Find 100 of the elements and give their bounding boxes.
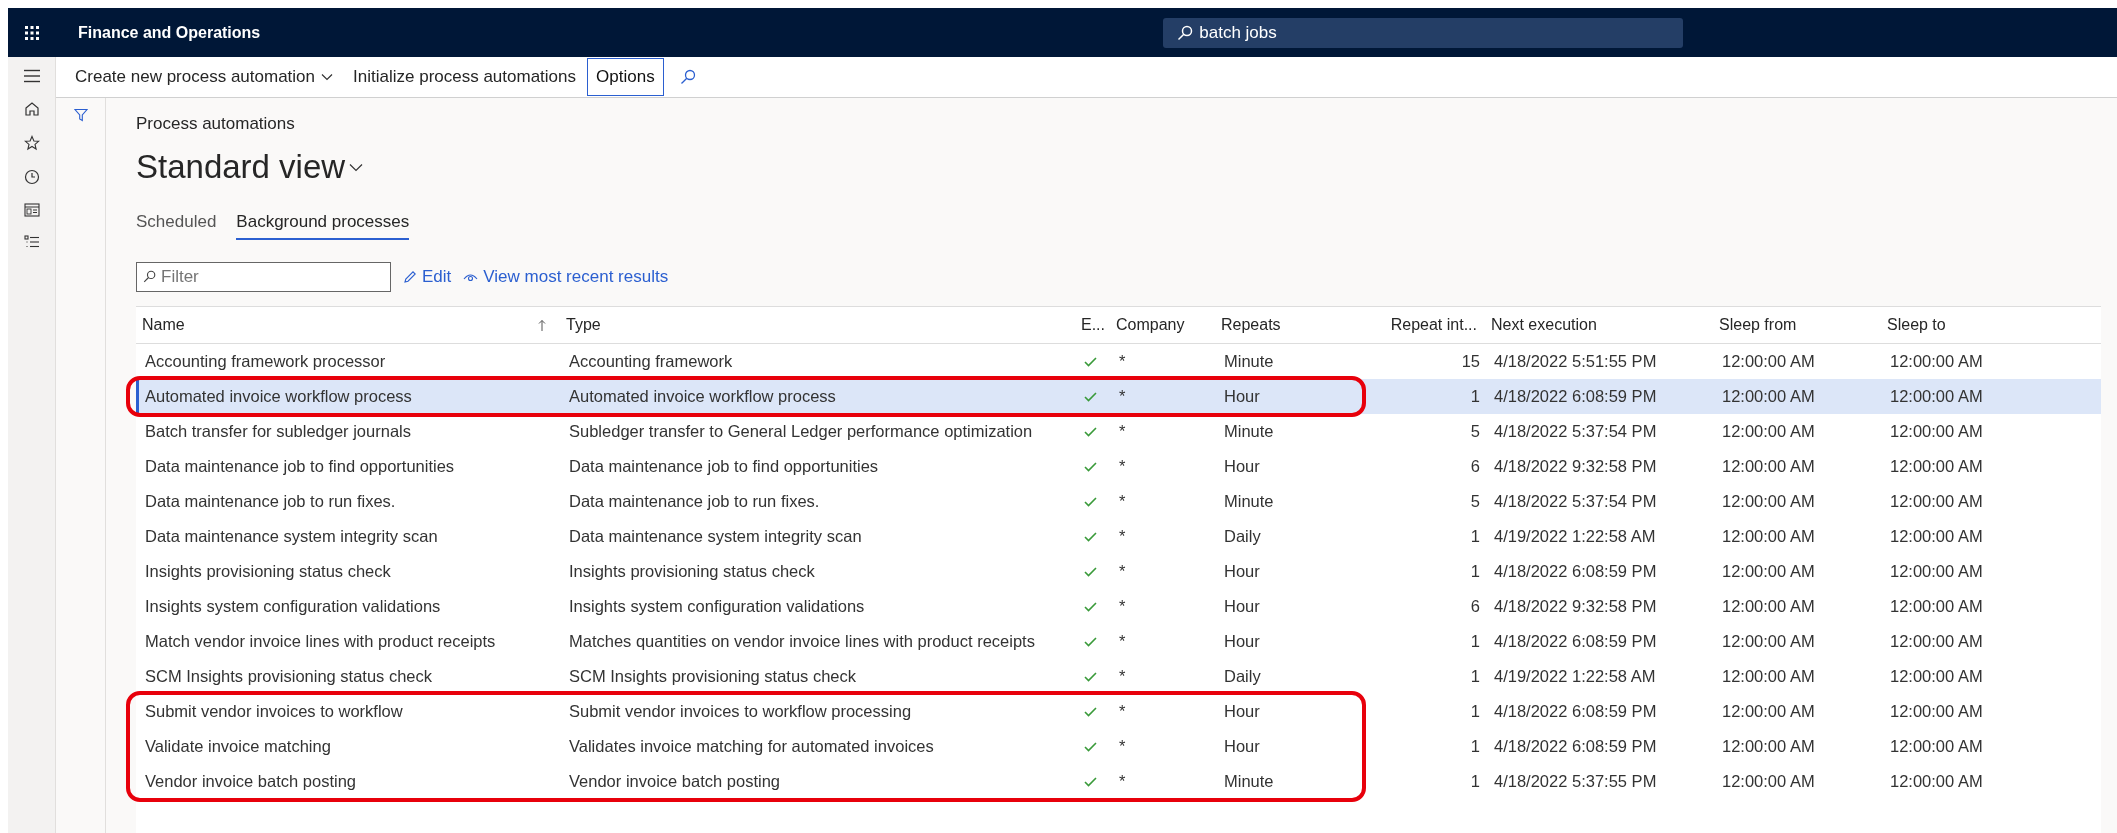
table-row[interactable]: Validate invoice matching Validates invoice matching for automated invoices * Hour 1 4/18/2022 6:08:59 PM 12:00:00 AM 12:00:00 AM (136, 729, 2101, 764)
table-cell: 4/18/2022 6:08:59 PM (1494, 737, 1657, 756)
table-cell: * (1119, 737, 1126, 756)
table-row[interactable]: Data maintenance job to find opportunities Data maintenance job to find opportunities * Hour 6 4/18/2022 9:32:58 PM 12:00:00 AM 12:00:00 AM (136, 449, 2101, 484)
table-cell: Daily (1224, 527, 1261, 546)
list-icon[interactable] (23, 235, 40, 249)
star-icon[interactable] (23, 135, 40, 151)
table-cell: 15 (1461, 352, 1480, 371)
table-row[interactable]: Insights system configuration validations Insights system configuration validations * Hour 6 4/18/2022 9:32:58 PM 12:00:00 AM 12:00:00 AM (136, 589, 2101, 624)
menu-icon[interactable] (22, 69, 41, 83)
table-row[interactable]: Vendor invoice batch posting Vendor invoice batch posting * Minute 1 4/18/2022 5:37:55 PM 12:00:00 AM 12:00:00 AM (136, 764, 2101, 799)
table-cell: 4/18/2022 5:37:54 PM (1494, 492, 1657, 511)
table-cell: Subledger transfer to General Ledger performance optimization (569, 422, 1033, 441)
table-cell: 1 (1470, 702, 1480, 721)
table-row[interactable]: Data maintenance system integrity scan Data maintenance system integrity scan * Daily 1 4/19/2022 1:22:58 AM 12:00:00 AM 12:00:00 AM (136, 519, 2101, 554)
table-cell: Hour (1224, 702, 1260, 721)
search-field[interactable]: batch jobs (1163, 17, 1684, 48)
table-cell: 4/19/2022 1:22:58 AM (1494, 527, 1656, 546)
tab[interactable]: Background processes (236, 208, 410, 240)
table-cell: 4/18/2022 9:32:58 PM (1494, 597, 1657, 616)
table-cell: 12:00:00 AM (1890, 667, 1983, 686)
column-header[interactable]: Next execution (1491, 316, 1597, 334)
table-cell: 12:00:00 AM (1722, 667, 1815, 686)
table-cell: 12:00:00 AM (1890, 457, 1983, 476)
table-cell: 12:00:00 AM (1722, 492, 1815, 511)
view-results-button[interactable]: View most recent results (463, 267, 669, 287)
table-cell: Insights provisioning status check (569, 562, 815, 581)
table-cell: Automated invoice workflow process (569, 387, 836, 406)
table-cell: Insights provisioning status check (145, 562, 391, 581)
table-cell: 4/18/2022 6:08:59 PM (1494, 632, 1657, 651)
table-cell: Minute (1224, 772, 1274, 791)
tab[interactable]: Scheduled (136, 208, 217, 240)
table-cell: Matches quantities on vendor invoice lines with product receipts (569, 632, 1035, 651)
table-cell: Minute (1224, 492, 1274, 511)
table-row[interactable]: Accounting framework processor Accounting framework * Minute 15 4/18/2022 5:51:55 PM 12:00:00 AM 12:00:00 AM (136, 344, 2101, 379)
table-cell: * (1119, 667, 1126, 686)
table-row[interactable]: Batch transfer for subledger journals Subledger transfer to General Ledger performance optimization * Minute 5 4/18/2022 5:37:54 PM 12:00:00 AM 12:00:00 AM (136, 414, 2101, 449)
table-cell: 1 (1470, 387, 1480, 406)
table-cell: Accounting framework (569, 352, 733, 371)
column-header[interactable]: Company (1116, 316, 1185, 334)
table-cell: Vendor invoice batch posting (145, 772, 356, 791)
table-cell: 4/18/2022 5:37:55 PM (1494, 772, 1657, 791)
edit-button[interactable]: Edit (403, 267, 452, 287)
table-cell: 12:00:00 AM (1890, 702, 1983, 721)
table-cell: * (1119, 492, 1126, 511)
table-row[interactable]: Match vendor invoice lines with product receipts Matches quantities on vendor invoice lines with product receipts * Hour 1 4/18/2022 6:08:59 PM 12:00:00 AM 12:00:00 AM (136, 624, 2101, 659)
table-cell: 4/18/2022 6:08:59 PM (1494, 702, 1657, 721)
search-icon[interactable] (679, 69, 696, 85)
table-cell: Minute (1224, 422, 1274, 441)
action-button[interactable]: Initialize process automations (344, 58, 586, 96)
create-menu-button[interactable]: Create new process automation (66, 58, 343, 96)
table-row[interactable]: SCM Insights provisioning status check SCM Insights provisioning status check * Daily 1 4/19/2022 1:22:58 AM 12:00:00 AM 12:00:00 AM (136, 659, 2101, 694)
chevron-down-icon (321, 73, 334, 81)
table-cell: 12:00:00 AM (1722, 352, 1815, 371)
table-cell: 12:00:00 AM (1890, 527, 1983, 546)
column-header[interactable]: Repeats (1221, 316, 1281, 334)
table-cell: Insights system configuration validations (569, 597, 865, 616)
view-title: Standard view (136, 148, 346, 186)
table-cell: 12:00:00 AM (1890, 597, 1983, 616)
table-cell: * (1119, 527, 1126, 546)
table-cell: Automated invoice workflow process (145, 387, 412, 406)
table-cell: 12:00:00 AM (1722, 632, 1815, 651)
clock-icon[interactable] (23, 169, 40, 185)
table-row[interactable]: Insights provisioning status check Insights provisioning status check * Hour 1 4/18/2022 6:08:59 PM 12:00:00 AM 12:00:00 AM (136, 554, 2101, 589)
table-cell: Hour (1224, 562, 1260, 581)
column-header[interactable]: Repeat int... (1390, 316, 1477, 334)
table-cell: 4/18/2022 5:37:54 PM (1494, 422, 1657, 441)
table-cell: 12:00:00 AM (1890, 387, 1983, 406)
table-cell: 6 (1470, 457, 1480, 476)
chevron-down-icon[interactable] (349, 162, 364, 172)
table-cell: Submit vendor invoices to workflow processing (569, 702, 912, 721)
sort-ascending-icon[interactable] (538, 318, 546, 332)
home-icon[interactable] (23, 101, 40, 117)
table-cell: 1 (1470, 632, 1480, 651)
filter-field[interactable]: Filter (136, 262, 391, 292)
column-header[interactable]: Name (142, 316, 185, 334)
column-header[interactable]: Type (566, 316, 601, 334)
table-cell: 12:00:00 AM (1890, 492, 1983, 511)
table-cell: Validate invoice matching (145, 737, 331, 756)
options-button[interactable]: Options (587, 58, 664, 96)
table-row[interactable]: Data maintenance job to run fixes. Data maintenance job to run fixes. * Minute 5 4/18/2022 5:37:54 PM 12:00:00 AM 12:00:00 AM (136, 484, 2101, 519)
table-cell: Batch transfer for subledger journals (145, 422, 411, 441)
table-cell: Data maintenance system integrity scan (145, 527, 438, 546)
workspace-icon[interactable] (23, 203, 40, 217)
table-cell: 4/18/2022 5:51:55 PM (1494, 352, 1657, 371)
table-cell: Vendor invoice batch posting (569, 772, 780, 791)
table-cell: 4/18/2022 9:32:58 PM (1494, 457, 1657, 476)
filter-icon[interactable] (73, 108, 88, 122)
column-header[interactable]: Sleep to (1887, 316, 1946, 334)
column-header[interactable]: E... (1081, 316, 1105, 334)
table-cell: 12:00:00 AM (1890, 737, 1983, 756)
table-cell: 4/19/2022 1:22:58 AM (1494, 667, 1656, 686)
table-row[interactable]: Automated invoice workflow process Automated invoice workflow process * Hour 1 4/18/2022 6:08:59 PM 12:00:00 AM 12:00:00 AM (136, 379, 2101, 414)
table-cell: 4/18/2022 6:08:59 PM (1494, 562, 1657, 581)
table-row[interactable]: Submit vendor invoices to workflow Submit vendor invoices to workflow processing * Hour 1 4/18/2022 6:08:59 PM 12:00:00 AM 12:00:00 AM (136, 694, 2101, 729)
column-header[interactable]: Sleep from (1719, 316, 1797, 334)
table-cell: Insights system configuration validations (145, 597, 441, 616)
table-cell: 12:00:00 AM (1722, 702, 1815, 721)
app-launcher-icon[interactable] (24, 24, 40, 41)
table-cell: 12:00:00 AM (1890, 772, 1983, 791)
